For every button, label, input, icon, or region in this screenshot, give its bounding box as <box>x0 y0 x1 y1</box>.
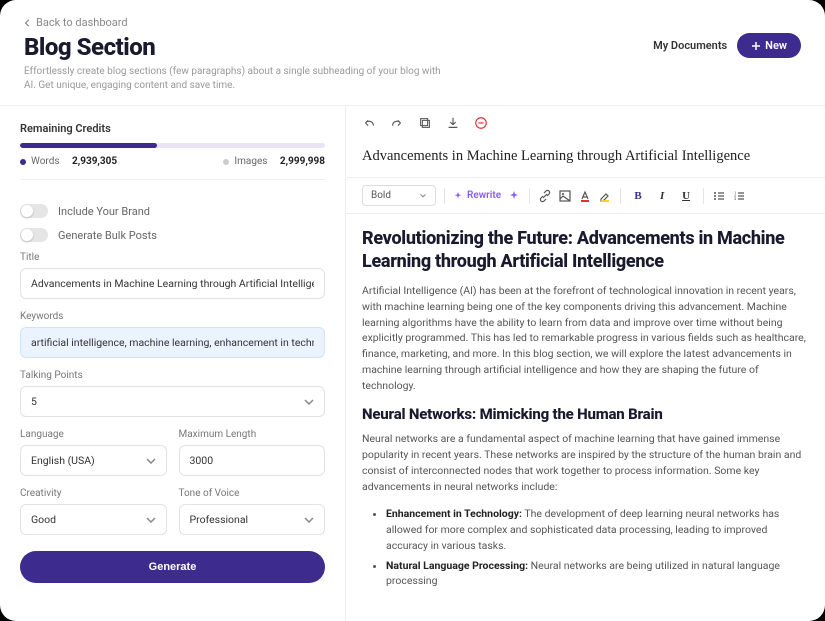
back-link-label: Back to dashboard <box>36 16 128 29</box>
delete-icon[interactable] <box>474 116 488 130</box>
list-item: Natural Language Processing: Neural netw… <box>386 558 809 590</box>
editor-body[interactable]: Revolutionizing the Future: Advancements… <box>346 214 825 621</box>
list-item: Enhancement in Technology: The developme… <box>386 506 809 553</box>
words-credit: Words 2,939,305 <box>20 156 117 167</box>
page-subtitle: Effortlessly create blog sections (few p… <box>24 65 454 93</box>
talking-points-select[interactable]: 5 <box>20 386 325 417</box>
numbered-list-icon[interactable]: 123 <box>732 189 746 203</box>
content-paragraph: Artificial Intelligence (AI) has been at… <box>362 283 809 393</box>
sparkle-icon <box>453 191 463 201</box>
italic-button[interactable]: I <box>653 188 671 204</box>
language-label: Language <box>20 429 167 440</box>
bulk-posts-toggle[interactable] <box>20 228 48 242</box>
tone-label: Tone of Voice <box>179 488 326 499</box>
undo-icon[interactable] <box>362 116 376 130</box>
maxlen-field[interactable] <box>179 445 326 476</box>
talking-points-label: Talking Points <box>20 370 325 381</box>
keywords-field-label: Keywords <box>20 311 325 322</box>
bullet-list-icon[interactable] <box>712 189 726 203</box>
generate-button[interactable]: Generate <box>20 551 325 583</box>
credits-progress <box>20 143 325 148</box>
maxlen-label: Maximum Length <box>179 429 326 440</box>
content-subheading: Neural Networks: Mimicking the Human Bra… <box>362 405 809 423</box>
my-documents-link[interactable]: My Documents <box>653 39 727 52</box>
content-paragraph: Neural networks are a fundamental aspect… <box>362 431 809 494</box>
text-style-select[interactable]: Bold <box>362 185 436 206</box>
bold-button[interactable]: B <box>629 188 647 204</box>
title-field[interactable] <box>20 268 325 299</box>
rewrite-button[interactable]: Rewrite <box>453 190 501 201</box>
text-color-icon[interactable] <box>578 189 592 203</box>
underline-button[interactable]: U <box>677 188 695 204</box>
chevron-left-icon <box>24 19 32 27</box>
link-icon[interactable] <box>538 189 552 203</box>
ai-sparkle-icon[interactable] <box>507 189 521 203</box>
download-icon[interactable] <box>446 116 460 130</box>
title-field-label: Title <box>20 252 325 263</box>
document-title[interactable]: Advancements in Machine Learning through… <box>346 140 825 178</box>
plus-icon <box>751 41 761 51</box>
creativity-select[interactable]: Good <box>20 504 167 535</box>
page-title: Blog Section <box>24 33 454 61</box>
keywords-field[interactable] <box>20 327 325 358</box>
credits-panel: Remaining Credits Words 2,939,305 Images… <box>20 122 325 204</box>
creativity-label: Creativity <box>20 488 167 499</box>
include-brand-label: Include Your Brand <box>58 205 150 218</box>
svg-text:3: 3 <box>734 196 736 201</box>
language-select[interactable]: English (USA) <box>20 445 167 476</box>
redo-icon[interactable] <box>390 116 404 130</box>
tone-select[interactable]: Professional <box>179 504 326 535</box>
content-heading: Revolutionizing the Future: Advancements… <box>362 228 809 273</box>
images-credit: Images 2,999,998 <box>223 156 325 167</box>
include-brand-toggle[interactable] <box>20 204 48 218</box>
chevron-down-icon <box>419 192 427 200</box>
credits-label: Remaining Credits <box>20 122 325 135</box>
new-button[interactable]: New <box>737 33 801 58</box>
new-button-label: New <box>765 39 787 52</box>
editor-panel: Advancements in Machine Learning through… <box>346 106 825 621</box>
bulk-posts-label: Generate Bulk Posts <box>58 229 157 242</box>
sidebar: Remaining Credits Words 2,939,305 Images… <box>0 106 346 621</box>
copy-icon[interactable] <box>418 116 432 130</box>
image-icon[interactable] <box>558 189 572 203</box>
highlight-icon[interactable] <box>598 189 612 203</box>
back-to-dashboard-link[interactable]: Back to dashboard <box>24 16 801 29</box>
